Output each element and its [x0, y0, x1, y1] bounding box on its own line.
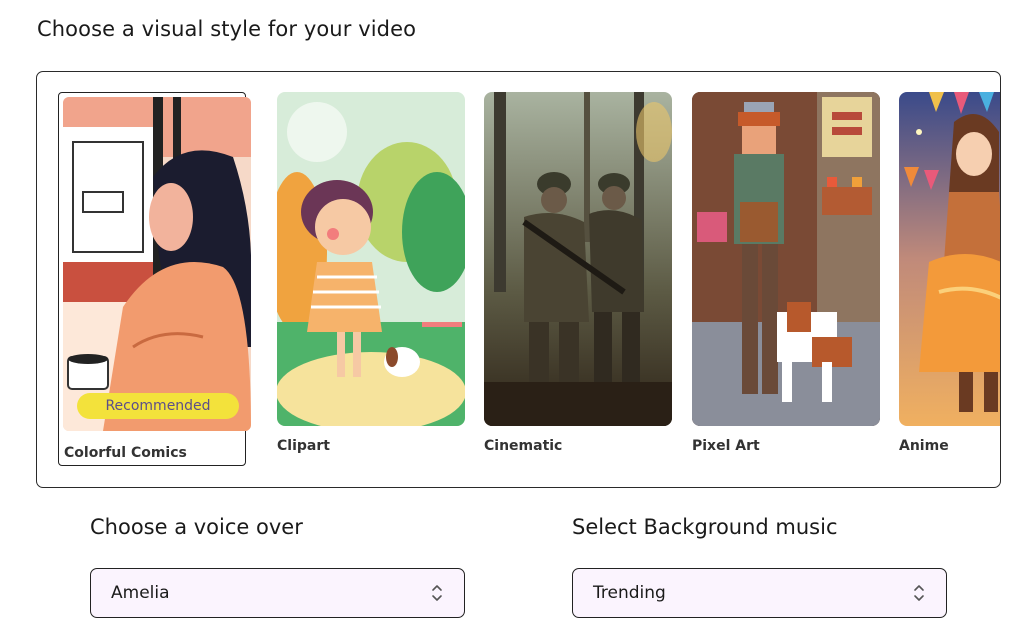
recommended-badge: Recommended [77, 393, 239, 419]
background-music-heading: Select Background music [572, 515, 838, 539]
style-card-colorful-comics[interactable]: Recommended Colorful Comics [58, 92, 251, 466]
cinematic-thumbnail [484, 92, 672, 426]
pixel-art-thumbnail [692, 92, 880, 426]
background-music-value: Trending [593, 583, 666, 603]
style-card-clipart[interactable]: Clipart [277, 92, 465, 454]
style-card-anime[interactable]: Anime [899, 92, 1000, 454]
style-label-colorful-comics: Colorful Comics [64, 445, 187, 461]
voice-over-heading: Choose a voice over [90, 515, 303, 539]
style-label-pixel-art: Pixel Art [692, 438, 760, 454]
page-title: Choose a visual style for your video [37, 17, 417, 41]
style-label-clipart: Clipart [277, 438, 330, 454]
chevron-up-down-icon [914, 585, 924, 601]
style-card-cinematic[interactable]: Cinematic [484, 92, 672, 454]
voice-over-select[interactable]: Amelia [90, 568, 465, 618]
visual-style-carousel: Recommended Colorful Comics Clipart Cine… [36, 71, 1001, 488]
clipart-thumbnail [277, 92, 465, 426]
colorful-comics-thumbnail: Recommended [63, 97, 251, 431]
background-music-select[interactable]: Trending [572, 568, 947, 618]
style-label-anime: Anime [899, 438, 949, 454]
style-label-cinematic: Cinematic [484, 438, 563, 454]
style-card-pixel-art[interactable]: Pixel Art [692, 92, 880, 454]
chevron-up-down-icon [432, 585, 442, 601]
voice-over-value: Amelia [111, 583, 170, 603]
anime-thumbnail [899, 92, 1000, 426]
